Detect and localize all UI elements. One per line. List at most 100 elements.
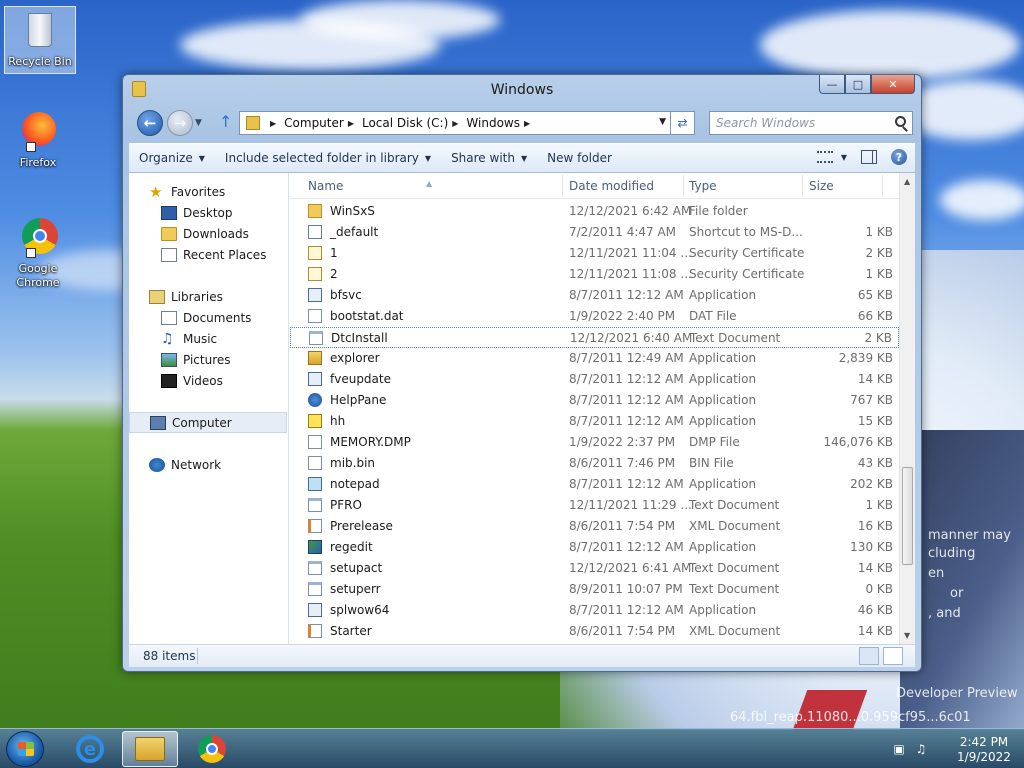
taskbar-google-chrome[interactable] bbox=[184, 731, 240, 767]
table-row[interactable]: regedit 8/7/2011 12:12 AM Application 130 K… bbox=[290, 537, 899, 558]
breadcrumb-chevron-icon[interactable]: ▶ bbox=[452, 119, 458, 128]
recent-pages-dropdown[interactable]: ▼ bbox=[195, 118, 202, 128]
table-row[interactable]: bfsvc 8/7/2011 12:12 AM Application 65 KB bbox=[290, 285, 899, 306]
refresh-button[interactable]: ⇄ bbox=[671, 111, 695, 135]
table-row[interactable]: DtcInstall 12/12/2021 6:40 AM Text Documen… bbox=[290, 327, 899, 348]
watermark-line: , and bbox=[928, 606, 961, 621]
refresh-icon: ⇄ bbox=[677, 116, 688, 130]
explorer-window[interactable]: Windows — □ ✕ ← → ▼ ↑ ▶ Computer ▶ Local… bbox=[122, 74, 922, 672]
table-row[interactable]: 2 12/11/2021 11:08 ... Security Certificat… bbox=[290, 264, 899, 285]
file-date-modified: 8/7/2011 12:12 AM bbox=[569, 414, 684, 428]
organize-button[interactable]: Organize ▼ bbox=[129, 151, 215, 165]
breadcrumb-chevron-icon[interactable]: ▶ bbox=[270, 119, 276, 128]
forward-button[interactable]: → bbox=[167, 110, 193, 136]
table-row[interactable]: Starter 8/6/2011 7:54 PM XML Document 14 KB bbox=[290, 621, 899, 642]
maximize-button[interactable]: □ bbox=[845, 75, 871, 94]
desktop-icon-google-chrome[interactable]: Google Chrome bbox=[2, 216, 74, 290]
file-name: bootstat.dat bbox=[330, 309, 404, 323]
desktop-icon-recycle-bin[interactable]: Recycle Bin bbox=[4, 6, 76, 74]
file-date-modified: 12/11/2021 11:04 ... bbox=[569, 246, 692, 260]
preview-pane-button[interactable] bbox=[861, 150, 877, 164]
nav-recent-places[interactable]: Recent Places bbox=[161, 244, 266, 265]
title-bar[interactable]: Windows — □ ✕ bbox=[123, 75, 921, 105]
nav-libraries[interactable]: Libraries bbox=[149, 286, 223, 307]
nav-documents[interactable]: Documents bbox=[161, 307, 251, 328]
table-row[interactable]: 1 12/11/2021 11:04 ... Security Certificat… bbox=[290, 243, 899, 264]
nav-favorites[interactable]: ★ Favorites bbox=[149, 181, 225, 202]
breadcrumb-chevron-icon[interactable]: ▶ bbox=[348, 119, 354, 128]
table-row[interactable]: mib.bin 8/6/2011 7:46 PM BIN File 43 KB bbox=[290, 453, 899, 474]
column-header-name[interactable]: Name bbox=[308, 179, 343, 193]
taskbar-internet-explorer[interactable]: e bbox=[62, 731, 118, 767]
chevron-down-icon: ▼ bbox=[840, 152, 847, 162]
scroll-down-arrow-icon[interactable]: ▼ bbox=[904, 631, 910, 640]
table-row[interactable]: bootstat.dat 1/9/2022 2:40 PM DAT File 66 K… bbox=[290, 306, 899, 327]
table-row[interactable]: setupact 12/12/2021 6:41 AM Text Document 1… bbox=[290, 558, 899, 579]
details-view-button[interactable] bbox=[859, 647, 879, 665]
table-row[interactable]: splwow64 8/7/2011 12:12 AM Application 46 K… bbox=[290, 600, 899, 621]
table-row[interactable]: PFRO 12/11/2021 11:29 ... Text Document 1 K… bbox=[290, 495, 899, 516]
breadcrumb-local-disk[interactable]: Local Disk (C:) bbox=[362, 116, 448, 130]
clock[interactable]: 2:42 PM 1/9/2022 bbox=[954, 735, 1014, 765]
breadcrumb-chevron-icon[interactable]: ▶ bbox=[524, 119, 530, 128]
folder-file-icon bbox=[308, 204, 322, 218]
minimize-button[interactable]: — bbox=[819, 75, 845, 94]
column-header-type[interactable]: Type bbox=[689, 179, 717, 193]
address-dropdown-icon[interactable]: ▼ bbox=[659, 117, 666, 127]
file-type: Security Certificate bbox=[689, 246, 805, 260]
nav-music[interactable]: ♫ Music bbox=[161, 328, 217, 349]
nav-desktop[interactable]: Desktop bbox=[161, 202, 233, 223]
nav-videos[interactable]: Videos bbox=[161, 370, 223, 391]
navigation-pane[interactable]: ★ Favorites Desktop Downloads Recent Plac… bbox=[129, 173, 289, 644]
column-header-size[interactable]: Size bbox=[809, 179, 834, 193]
nav-label: Libraries bbox=[171, 289, 223, 304]
table-row[interactable]: _default 7/2/2011 4:47 AM Shortcut to MS-D… bbox=[290, 222, 899, 243]
help-button[interactable]: ? bbox=[891, 149, 907, 165]
desktop-icon-firefox[interactable]: Firefox bbox=[2, 110, 74, 170]
file-size: 14 KB bbox=[857, 624, 893, 638]
table-row[interactable]: MEMORY.DMP 1/9/2022 2:37 PM DMP File 146,07… bbox=[290, 432, 899, 453]
address-bar[interactable]: ▶ Computer ▶ Local Disk (C:) ▶ Windows ▶… bbox=[239, 111, 671, 135]
scroll-up-arrow-icon[interactable]: ▲ bbox=[904, 177, 910, 186]
breadcrumb-windows[interactable]: Windows bbox=[466, 116, 520, 130]
search-input[interactable]: Search Windows bbox=[709, 111, 913, 135]
file-type: File folder bbox=[689, 204, 748, 218]
table-row[interactable]: WinSxS 12/12/2021 6:42 AM File folder bbox=[290, 201, 899, 222]
new-folder-button[interactable]: New folder bbox=[537, 151, 622, 165]
shortcut-file-icon bbox=[308, 225, 322, 239]
nav-downloads[interactable]: Downloads bbox=[161, 223, 249, 244]
table-row[interactable]: HelpPane 8/7/2011 12:12 AM Application 767 … bbox=[290, 390, 899, 411]
nav-computer[interactable]: Computer bbox=[129, 412, 287, 433]
app-file-icon bbox=[308, 603, 322, 617]
change-view-button[interactable]: ▼ bbox=[816, 151, 847, 163]
large-icons-view-button[interactable] bbox=[883, 647, 903, 665]
network-status-icon[interactable]: ▣ bbox=[892, 742, 906, 756]
close-button[interactable]: ✕ bbox=[871, 75, 915, 94]
breadcrumb-computer[interactable]: Computer bbox=[284, 116, 344, 130]
table-row[interactable]: fveupdate 8/7/2011 12:12 AM Application 14 … bbox=[290, 369, 899, 390]
start-button[interactable] bbox=[6, 731, 44, 767]
search-icon[interactable] bbox=[895, 116, 906, 127]
up-level-button[interactable]: ↑ bbox=[219, 112, 232, 131]
table-row[interactable]: Prerelease 8/6/2011 7:54 PM XML Document 16… bbox=[290, 516, 899, 537]
file-list[interactable]: ▲ Name Date modified Type Size WinSxS 12/… bbox=[290, 173, 915, 644]
volume-icon[interactable]: ♫ bbox=[914, 742, 928, 756]
scrollbar-thumb[interactable] bbox=[902, 467, 913, 565]
table-row[interactable]: explorer 8/7/2011 12:49 AM Application 2,83… bbox=[290, 348, 899, 369]
table-row[interactable]: notepad 8/7/2011 12:12 AM Application 202 K… bbox=[290, 474, 899, 495]
back-button[interactable]: ← bbox=[137, 110, 163, 136]
vertical-scrollbar[interactable]: ▲ ▼ bbox=[899, 173, 915, 644]
videos-icon bbox=[161, 373, 177, 388]
table-row[interactable]: hh 8/7/2011 12:12 AM Application 15 KB bbox=[290, 411, 899, 432]
file-date-modified: 12/12/2021 6:42 AM bbox=[569, 204, 692, 218]
table-row[interactable]: setuperr 8/9/2011 10:07 PM Text Document 0 … bbox=[290, 579, 899, 600]
file-type: Application bbox=[689, 477, 757, 491]
share-with-button[interactable]: Share with ▼ bbox=[441, 151, 537, 165]
taskbar: e ▣ ♫ 2:42 PM 1/9/2022 bbox=[0, 728, 1024, 768]
nav-pictures[interactable]: Pictures bbox=[161, 349, 231, 370]
column-header-date[interactable]: Date modified bbox=[569, 179, 654, 193]
taskbar-file-explorer[interactable] bbox=[122, 731, 178, 767]
file-size: 767 KB bbox=[850, 393, 893, 407]
nav-network[interactable]: Network bbox=[149, 454, 221, 475]
include-in-library-button[interactable]: Include selected folder in library ▼ bbox=[215, 151, 441, 165]
